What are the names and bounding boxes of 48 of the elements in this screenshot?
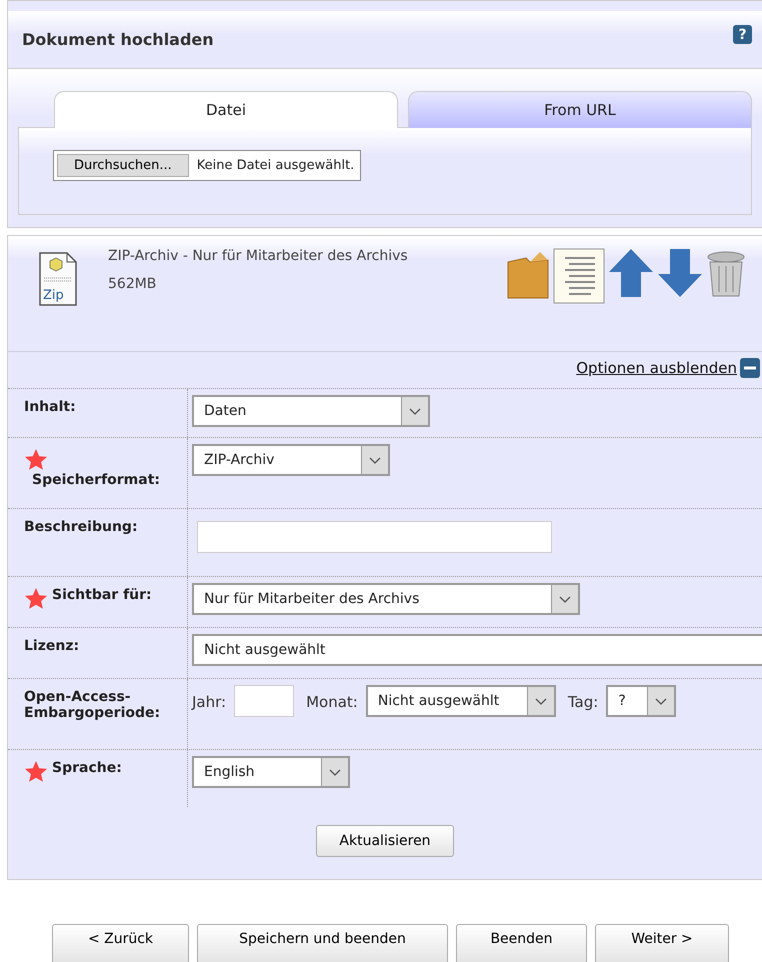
- required-star-icon: [24, 760, 48, 784]
- arrow-down-icon[interactable]: [657, 248, 703, 298]
- file-title: ZIP-Archiv - Nur für Mitarbeiter des Archivs: [108, 247, 408, 266]
- nav-button[interactable]: Weiter >: [595, 924, 729, 962]
- input-field[interactable]: [234, 685, 294, 717]
- field-label: Jahr:: [192, 692, 226, 711]
- required-star-icon: [24, 448, 48, 472]
- toggle-options-link[interactable]: Optionen ausblenden: [576, 359, 737, 377]
- chevron-down-icon[interactable]: [361, 446, 388, 474]
- dropdown[interactable]: ZIP-Archiv: [192, 444, 390, 476]
- dropdown[interactable]: ?: [606, 685, 676, 717]
- dropdown[interactable]: English: [192, 756, 350, 788]
- tab[interactable]: Datei: [54, 91, 398, 128]
- update-button[interactable]: Aktualisieren: [316, 825, 454, 857]
- chevron-down-icon[interactable]: [551, 585, 578, 613]
- collapse-icon[interactable]: [740, 358, 760, 378]
- nav-button[interactable]: < Zurück: [52, 924, 189, 962]
- list-icon[interactable]: [553, 248, 605, 304]
- chevron-down-icon[interactable]: [401, 397, 428, 425]
- chevron-down-icon[interactable]: [526, 687, 554, 715]
- file-picker[interactable]: Durchsuchen... Keine Datei ausgewählt.: [53, 150, 362, 181]
- arrow-up-icon[interactable]: [608, 248, 654, 298]
- nav-button[interactable]: Speichern und beenden: [197, 924, 448, 962]
- field-label: Open-Access-Embargoperiode:: [24, 689, 162, 721]
- field-label: Sichtbar für:: [52, 587, 152, 603]
- dropdown[interactable]: Nicht ausgewählt: [366, 685, 556, 717]
- zip-file-icon: Zip: [38, 251, 78, 307]
- tab[interactable]: From URL: [408, 91, 752, 128]
- field-label: Beschreibung:: [24, 519, 138, 535]
- file-size: 562MB: [108, 275, 158, 294]
- browse-button[interactable]: Durchsuchen...: [57, 154, 189, 177]
- nav-button[interactable]: Beenden: [456, 924, 587, 962]
- dialog-title: Dokument hochladen: [22, 30, 214, 49]
- field-label: Sprache:: [52, 760, 122, 776]
- field-label: Lizenz:: [24, 638, 80, 654]
- dropdown[interactable]: Nur für Mitarbeiter des Archivs: [192, 583, 580, 615]
- field-label: Monat:: [306, 692, 358, 711]
- input-field[interactable]: [197, 521, 552, 553]
- field-label: Tag:: [568, 692, 598, 711]
- chevron-down-icon[interactable]: [647, 687, 674, 715]
- required-star-icon: [24, 587, 48, 611]
- field-label: Speicherformat:: [32, 472, 160, 488]
- dropdown[interactable]: Nicht ausgewählt: [192, 634, 762, 666]
- chevron-down-icon[interactable]: [321, 758, 348, 786]
- help-button[interactable]: ?: [733, 25, 752, 44]
- dropdown[interactable]: Daten: [192, 395, 430, 427]
- field-label: Inhalt:: [24, 399, 76, 415]
- file-status: Keine Datei ausgewählt.: [196, 158, 354, 173]
